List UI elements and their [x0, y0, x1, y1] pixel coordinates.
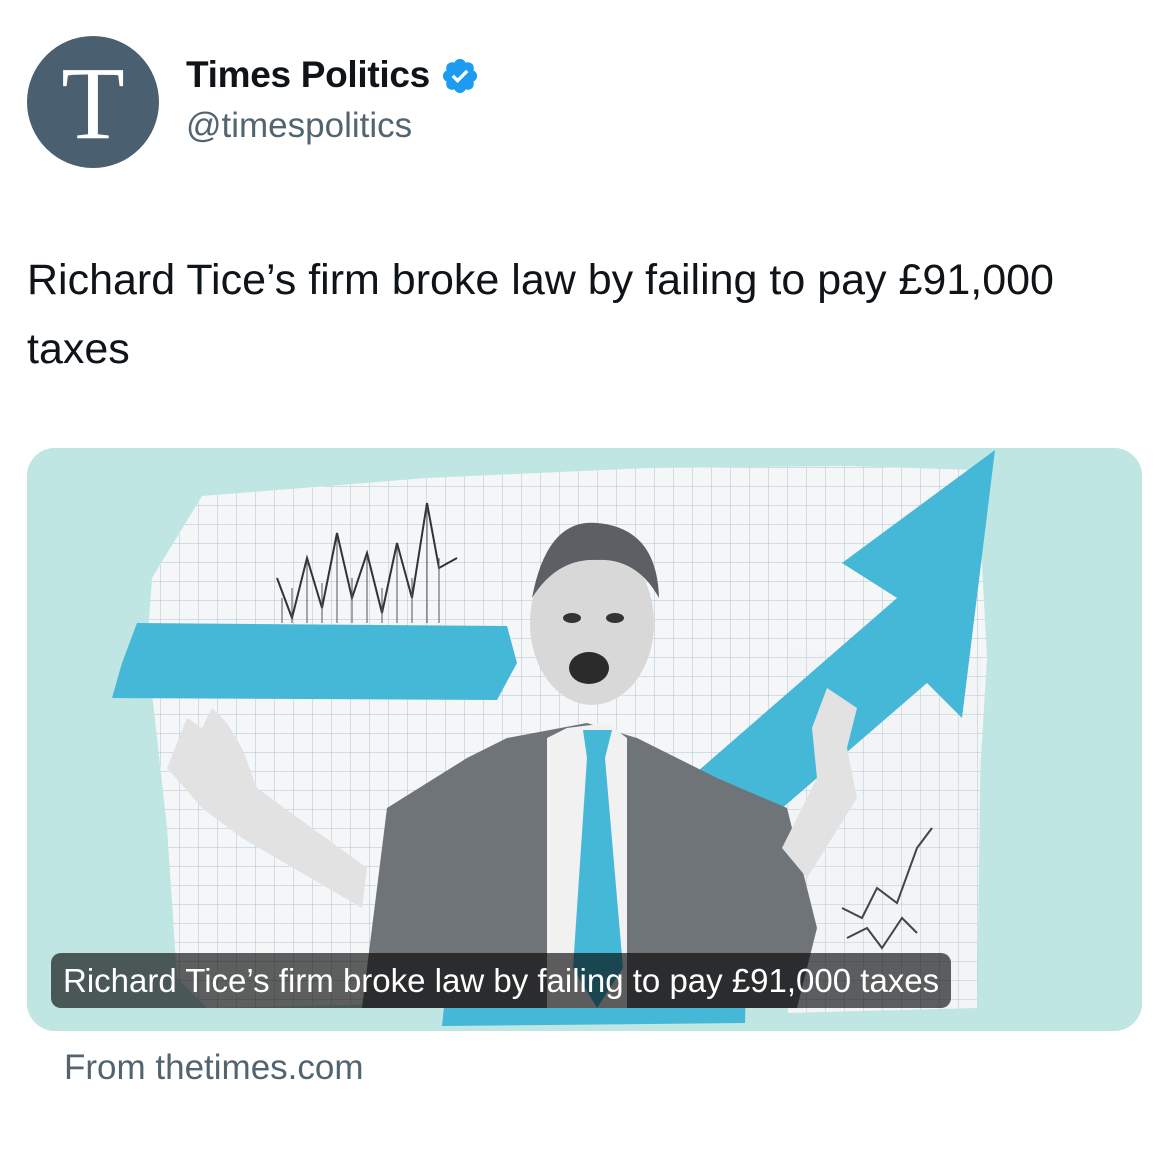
link-card[interactable]: Richard Tice’s firm broke law by failing…	[27, 448, 1142, 1031]
article-illustration	[27, 448, 1142, 1031]
author-name-row: Times Politics	[186, 50, 480, 100]
display-name[interactable]: Times Politics	[186, 54, 430, 96]
tweet-text: Richard Tice’s firm broke law by failing…	[27, 256, 1054, 373]
author-handle[interactable]: @timespolitics	[186, 106, 412, 146]
verified-badge-icon	[442, 58, 478, 94]
avatar-letter: T	[61, 46, 125, 161]
card-caption: Richard Tice’s firm broke law by failing…	[51, 953, 952, 1008]
avatar[interactable]: T	[27, 36, 159, 168]
card-source-link[interactable]: From thetimes.com	[64, 1048, 364, 1088]
